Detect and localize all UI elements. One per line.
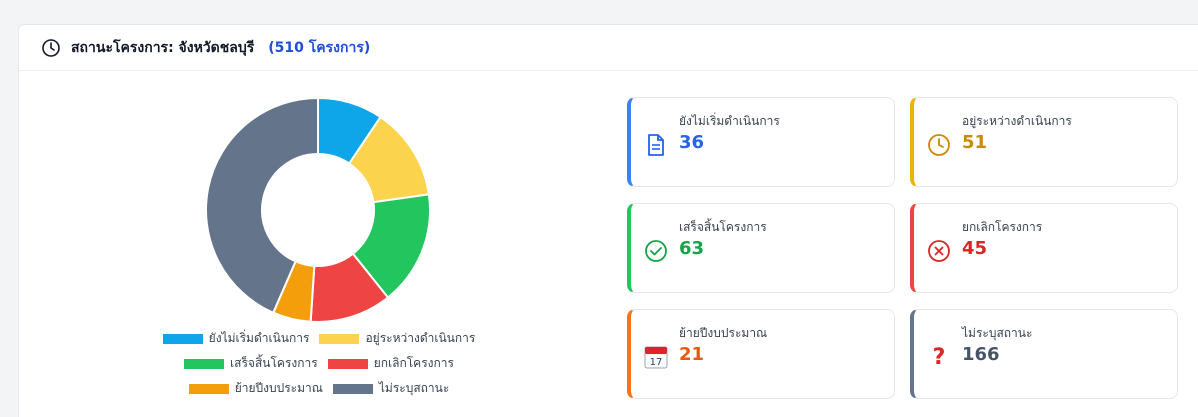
stat-value: 21 [679, 344, 705, 365]
project-status-card: สถานะโครงการ: จังหวัดชลบุรี (510 โครงการ… [18, 24, 1198, 417]
legend-item-not-started[interactable]: ยังไม่เริ่มดำเนินการ [162, 329, 310, 348]
stat-card-in-progress[interactable]: อยู่ระหว่างดำเนินการ 51 [910, 97, 1178, 187]
legend-label: เสร็จสิ้นโครงการ [230, 356, 318, 370]
question-icon: ? [926, 344, 952, 370]
donut-chart [205, 97, 431, 323]
stat-value: 63 [679, 238, 705, 259]
legend-item-completed[interactable]: เสร็จสิ้นโครงการ [184, 354, 318, 373]
stat-card-cancelled[interactable]: ยกเลิกโครงการ 45 [910, 203, 1178, 293]
legend-item-cancelled[interactable]: ยกเลิกโครงการ [327, 354, 454, 373]
legend-swatch [162, 333, 203, 344]
calendar-day-text: 17 [650, 357, 663, 368]
clock-icon [926, 132, 952, 158]
legend-item-in-progress[interactable]: อยู่ระหว่างดำเนินการ [319, 329, 475, 348]
legend-item-unspecified[interactable]: ไม่ระบุสถานะ [332, 379, 450, 398]
clock-icon [42, 38, 60, 57]
stat-card-unspecified[interactable]: ? ไม่ระบุสถานะ 166 [910, 309, 1178, 399]
stat-card-completed[interactable]: เสร็จสิ้นโครงการ 63 [627, 203, 895, 293]
legend-item-moved-budget[interactable]: ย้ายปีงบประมาณ [188, 379, 323, 398]
chart-area: ยังไม่เริ่มดำเนินการ อยู่ระหว่างดำเนินกา… [19, 71, 619, 417]
legend-swatch [184, 358, 225, 369]
stat-card-moved-budget[interactable]: 17 ย้ายปีงบประมาณ 21 [627, 309, 895, 399]
stat-label: ไม่ระบุสถานะ [962, 326, 1033, 340]
card-header: สถานะโครงการ: จังหวัดชลบุรี (510 โครงการ… [19, 25, 1198, 71]
x-circle-icon [926, 238, 952, 264]
stat-label: เสร็จสิ้นโครงการ [679, 220, 767, 234]
legend-swatch [327, 358, 368, 369]
stat-label: ยกเลิกโครงการ [962, 220, 1043, 234]
question-mark-text: ? [932, 344, 946, 370]
check-circle-icon [643, 238, 669, 264]
stat-value: 36 [679, 132, 705, 153]
legend-swatch [188, 383, 229, 394]
chart-legend: ยังไม่เริ่มดำเนินการ อยู่ระหว่างดำเนินกา… [19, 329, 619, 404]
stat-label: อยู่ระหว่างดำเนินการ [962, 114, 1072, 128]
calendar-icon: 17 [643, 344, 669, 370]
stat-value: 51 [962, 132, 988, 153]
legend-label: ย้ายปีงบประมาณ [234, 381, 323, 395]
legend-label: ยังไม่เริ่มดำเนินการ [208, 331, 310, 345]
document-icon [643, 132, 669, 158]
legend-label: ยกเลิกโครงการ [373, 356, 454, 370]
legend-label: ไม่ระบุสถานะ [378, 381, 450, 395]
stat-label: ย้ายปีงบประมาณ [679, 326, 768, 340]
legend-swatch [319, 333, 360, 344]
legend-label: อยู่ระหว่างดำเนินการ [365, 331, 476, 345]
stat-value: 166 [962, 344, 1000, 365]
stat-label: ยังไม่เริ่มดำเนินการ [679, 114, 780, 128]
stat-value: 45 [962, 238, 988, 259]
stat-card-not-started[interactable]: ยังไม่เริ่มดำเนินการ 36 [627, 97, 895, 187]
project-count-link[interactable]: (510 โครงการ) [268, 37, 370, 59]
page-title: สถานะโครงการ: จังหวัดชลบุรี [71, 39, 255, 56]
legend-swatch [332, 383, 373, 394]
